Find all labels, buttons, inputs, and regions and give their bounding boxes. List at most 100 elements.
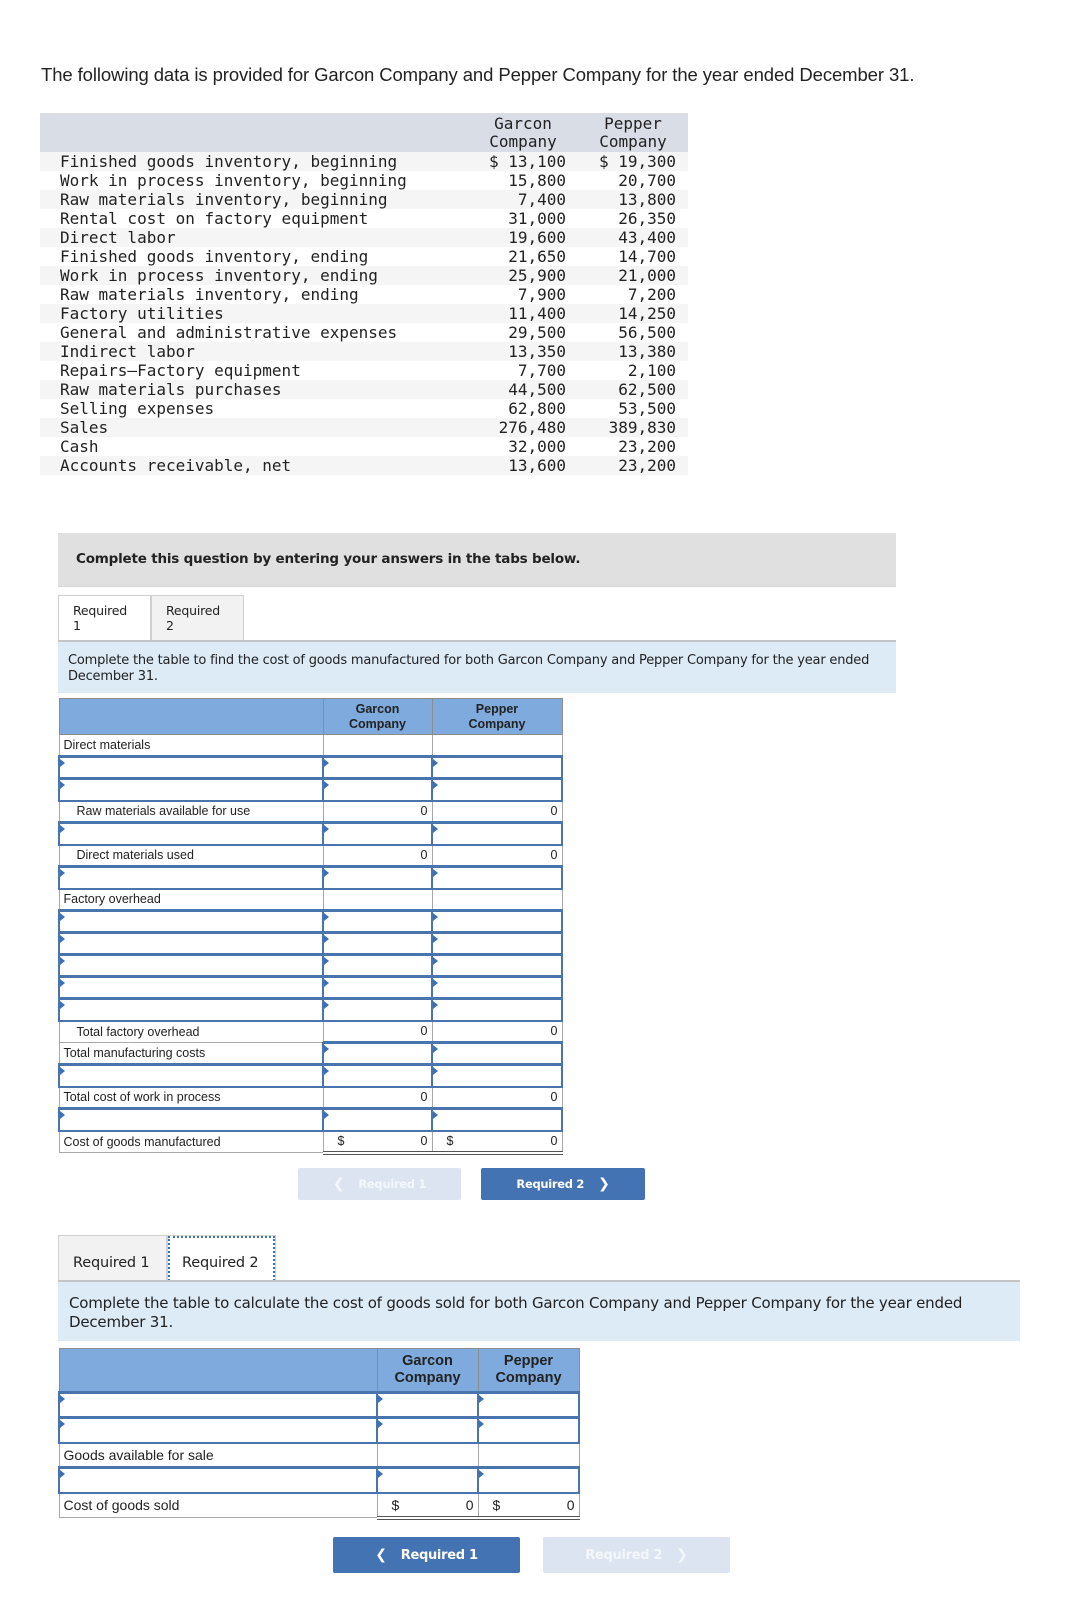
pepper-input[interactable] xyxy=(431,1107,563,1132)
garcon-value: 44,500 xyxy=(508,380,566,399)
garcon-input[interactable] xyxy=(322,931,433,956)
row-label: Finished goods inventory, ending xyxy=(60,247,369,266)
table-row xyxy=(58,1107,563,1132)
data-row: Indirect labor 13,350 13,380 xyxy=(40,342,688,361)
table-row: Raw materials available for use 0 0 xyxy=(58,799,563,823)
pepper-value: 13,380 xyxy=(618,342,676,361)
row-label: Direct materials used xyxy=(58,844,324,867)
garcon-input[interactable] xyxy=(376,1416,479,1444)
next-required-2-button[interactable]: Required 2 ❯ xyxy=(481,1168,645,1200)
label-dropdown[interactable] xyxy=(58,1063,324,1088)
static-cell xyxy=(431,734,563,757)
required-1-prompt: Complete the table to find the cost of g… xyxy=(58,640,896,693)
label-dropdown[interactable] xyxy=(58,1416,378,1444)
pepper-value: 0 xyxy=(431,1019,563,1043)
tab-required-1[interactable]: Required 1 xyxy=(58,595,151,641)
garcon-input[interactable] xyxy=(376,1391,479,1419)
pepper-value: 43,400 xyxy=(618,228,676,247)
pepper-value: 20,700 xyxy=(618,171,676,190)
label-dropdown[interactable] xyxy=(58,1391,378,1419)
garcon-total: $0 xyxy=(376,1491,479,1520)
pepper-input[interactable] xyxy=(431,953,563,978)
label-dropdown[interactable] xyxy=(58,997,324,1022)
garcon-value: 21,650 xyxy=(508,247,566,266)
next-required-2-button[interactable]: Required 2 ❯ xyxy=(543,1537,730,1573)
pepper-input[interactable] xyxy=(431,997,563,1022)
label-dropdown[interactable] xyxy=(58,865,324,890)
pepper-input[interactable] xyxy=(431,821,563,846)
pepper-input[interactable] xyxy=(477,1416,580,1444)
label-dropdown[interactable] xyxy=(58,909,324,934)
label-dropdown[interactable] xyxy=(58,821,324,846)
data-row: Accounts receivable, net 13,600 23,200 xyxy=(40,456,688,475)
pepper-input[interactable] xyxy=(431,975,563,1000)
row-label: Direct labor xyxy=(60,228,176,247)
garcon-value: 15,800 xyxy=(508,171,566,190)
row-label: Total cost of work in process xyxy=(58,1086,324,1109)
pepper-input[interactable] xyxy=(431,865,563,890)
garcon-input[interactable] xyxy=(376,1466,479,1494)
data-row: Raw materials inventory, beginning 7,400 1… xyxy=(40,190,688,209)
pepper-value: 0 xyxy=(431,1085,563,1109)
table-row: Total manufacturing costs xyxy=(58,1041,563,1066)
pepper-value: 13,800 xyxy=(618,190,676,209)
garcon-value: 7,400 xyxy=(517,190,566,209)
pepper-value: 14,700 xyxy=(618,247,676,266)
data-row: Repairs—Factory equipment 7,700 2,100 xyxy=(40,361,688,380)
row-label: Factory utilities xyxy=(60,304,224,323)
garcon-value: 29,500 xyxy=(508,323,566,342)
garcon-input[interactable] xyxy=(322,1041,433,1066)
row-label: Selling expenses xyxy=(60,399,215,418)
table-row: Cost of goods manufactured $0 $0 xyxy=(58,1129,563,1155)
label-dropdown[interactable] xyxy=(58,777,324,802)
pepper-input[interactable] xyxy=(431,909,563,934)
row-label: Cost of goods sold xyxy=(58,1492,378,1518)
label-dropdown[interactable] xyxy=(58,1466,378,1494)
garcon-input[interactable] xyxy=(322,755,433,780)
pepper-input[interactable] xyxy=(431,931,563,956)
row-label: Raw materials inventory, beginning xyxy=(60,190,388,209)
tab-required-2[interactable]: Required 2 xyxy=(151,595,244,641)
garcon-input[interactable] xyxy=(322,777,433,802)
garcon-input[interactable] xyxy=(322,1107,433,1132)
garcon-input[interactable] xyxy=(322,909,433,934)
pepper-value: 0 xyxy=(431,799,563,823)
row-label: Raw materials available for use xyxy=(58,800,324,823)
instructions-banner: Complete this question by entering your … xyxy=(58,533,896,587)
pepper-input[interactable] xyxy=(477,1391,580,1419)
pepper-total: $0 xyxy=(431,1129,563,1155)
garcon-value: 7,700 xyxy=(517,361,566,380)
table-row: Factory overhead xyxy=(58,888,563,911)
pepper-input[interactable] xyxy=(431,1063,563,1088)
prev-required-1-button[interactable]: ❮ Required 1 xyxy=(333,1537,520,1573)
prev-required-1-button[interactable]: ❮ Required 1 xyxy=(298,1168,461,1200)
pepper-value: 23,200 xyxy=(618,437,676,456)
garcon-input[interactable] xyxy=(322,821,433,846)
chevron-left-icon: ❮ xyxy=(332,1176,345,1192)
chevron-right-icon: ❯ xyxy=(598,1176,610,1192)
garcon-input[interactable] xyxy=(322,997,433,1022)
pepper-value: 23,200 xyxy=(618,456,676,475)
label-dropdown[interactable] xyxy=(58,931,324,956)
cogs-header-row: Garcon Company Pepper Company xyxy=(58,1348,580,1393)
label-dropdown[interactable] xyxy=(58,755,324,780)
row-label: Indirect labor xyxy=(60,342,195,361)
pepper-input[interactable] xyxy=(431,777,563,802)
pepper-input[interactable] xyxy=(431,1041,563,1066)
garcon-input[interactable] xyxy=(322,865,433,890)
garcon-input[interactable] xyxy=(322,953,433,978)
pepper-input[interactable] xyxy=(477,1466,580,1494)
label-dropdown[interactable] xyxy=(58,1107,324,1132)
header-pepper: Pepper Company xyxy=(477,1348,580,1393)
instructions-text: Complete this question by entering your … xyxy=(76,551,581,567)
garcon-input[interactable] xyxy=(322,1063,433,1088)
pepper-input[interactable] xyxy=(431,755,563,780)
garcon-input[interactable] xyxy=(322,975,433,1000)
garcon-value: 25,900 xyxy=(508,266,566,285)
table-row xyxy=(58,997,563,1022)
label-dropdown[interactable] xyxy=(58,953,324,978)
table-row xyxy=(58,1391,580,1419)
label-dropdown[interactable] xyxy=(58,975,324,1000)
row-label: Total manufacturing costs xyxy=(58,1042,324,1065)
pepper-value: 53,500 xyxy=(618,399,676,418)
